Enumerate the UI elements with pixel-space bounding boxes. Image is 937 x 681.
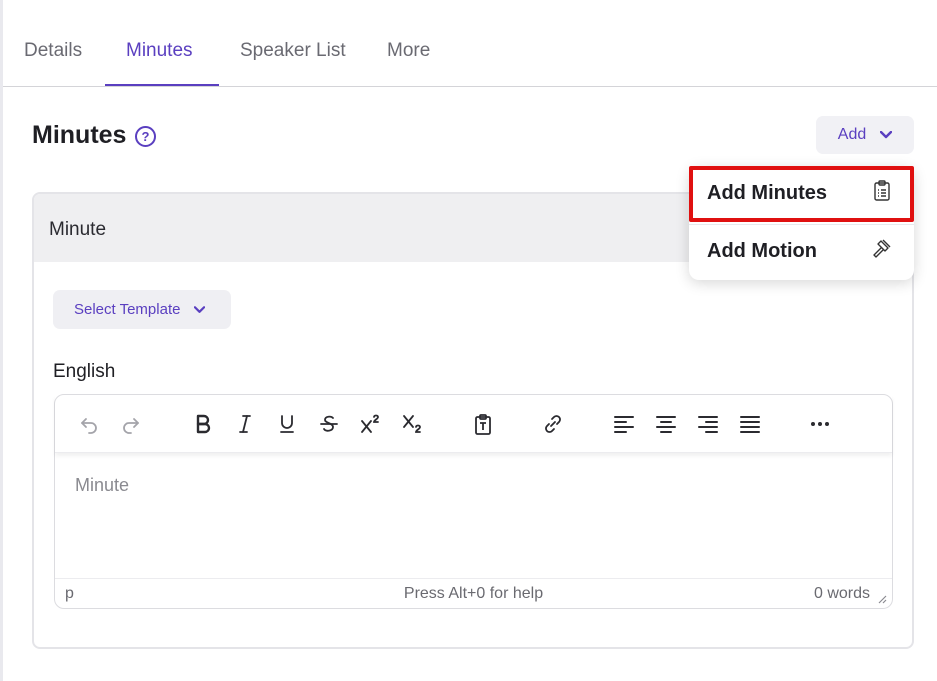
menu-item-add-minutes[interactable]: Add Minutes (689, 166, 914, 222)
gavel-icon (873, 239, 891, 258)
add-dropdown-menu: Add Minutes Add Motion (689, 166, 914, 280)
tab-minutes[interactable]: Minutes (126, 40, 193, 62)
underline-icon[interactable] (273, 410, 301, 438)
tab-bar: Details Minutes Speaker List More (3, 0, 937, 87)
redo-icon[interactable] (117, 410, 145, 438)
italic-icon[interactable] (231, 410, 259, 438)
superscript-icon[interactable] (357, 410, 385, 438)
select-template-button[interactable]: Select Template (53, 290, 231, 329)
undo-icon[interactable] (75, 410, 103, 438)
tab-details[interactable]: Details (24, 40, 82, 62)
bold-icon[interactable] (189, 410, 217, 438)
language-label: English (53, 361, 116, 382)
rich-text-editor: Minute p Press Alt+0 for help 0 words (54, 394, 893, 609)
link-icon[interactable] (539, 410, 567, 438)
resize-handle-icon[interactable] (877, 594, 887, 604)
chevron-down-icon (194, 305, 206, 313)
strikethrough-icon[interactable] (315, 410, 343, 438)
menu-item-add-motion[interactable]: Add Motion (689, 224, 914, 280)
editor-toolbar (55, 395, 892, 453)
subscript-icon[interactable] (399, 410, 427, 438)
editor-content-placeholder[interactable]: Minute (75, 475, 129, 496)
card-title: Minute (49, 219, 107, 240)
paste-as-text-icon[interactable] (469, 410, 497, 438)
align-left-icon[interactable] (610, 410, 638, 438)
page-left-border (0, 0, 3, 681)
select-template-label: Select Template (74, 301, 181, 318)
more-options-icon[interactable] (806, 410, 834, 438)
add-button[interactable]: Add (816, 116, 914, 154)
clipboard-list-icon (874, 180, 890, 201)
justify-icon[interactable] (736, 410, 764, 438)
editor-statusbar: p Press Alt+0 for help 0 words (55, 578, 892, 608)
active-tab-underline (105, 84, 219, 86)
question-circle-icon[interactable]: ? (135, 126, 156, 147)
align-right-icon[interactable] (694, 410, 722, 438)
tab-more[interactable]: More (387, 40, 430, 62)
add-button-label: Add (837, 126, 867, 143)
tab-speaker-list[interactable]: Speaker List (240, 40, 346, 62)
add-minutes-label: Add Minutes (707, 182, 827, 204)
chevron-down-icon (880, 131, 893, 139)
word-count[interactable]: 0 words (814, 585, 870, 603)
section-title: Minutes (32, 121, 127, 149)
help-hint: Press Alt+0 for help (403, 585, 544, 602)
add-motion-label: Add Motion (707, 240, 817, 262)
align-center-icon[interactable] (652, 410, 680, 438)
